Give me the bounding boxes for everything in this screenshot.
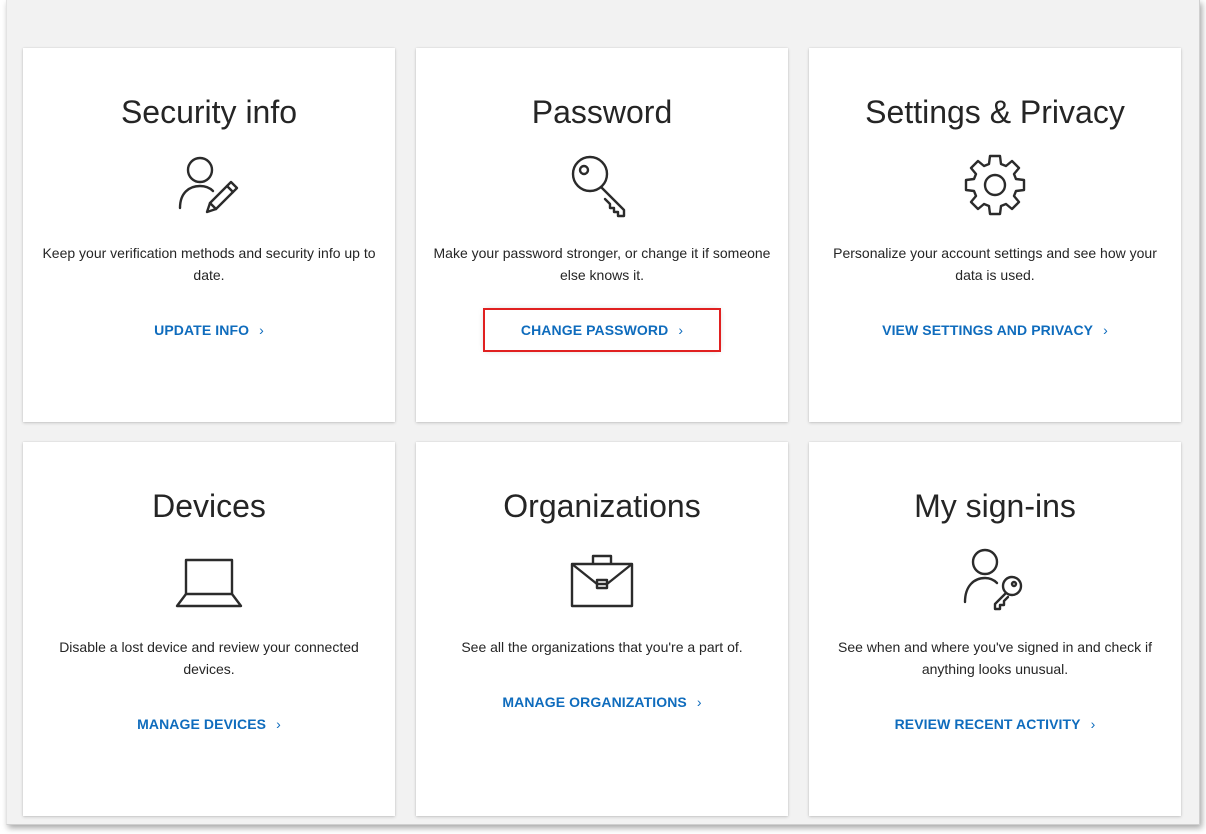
card-description: Personalize your account settings and se…: [833, 245, 1157, 283]
chevron-right-icon: ›: [1103, 322, 1108, 338]
update-info-link[interactable]: UPDATE INFO ›: [120, 314, 298, 346]
card-description: See all the organizations that you're a …: [461, 639, 743, 655]
link-label: REVIEW RECENT ACTIVITY: [894, 716, 1081, 732]
chevron-right-icon: ›: [696, 694, 702, 710]
card-title: Settings & Privacy: [865, 94, 1125, 130]
chevron-right-icon: ›: [678, 322, 684, 338]
link-label: VIEW SETTINGS AND PRIVACY: [882, 322, 1094, 338]
chevron-right-icon: ›: [259, 322, 264, 338]
card-password: Password Make your password stronger, or…: [416, 48, 788, 422]
user-edit-icon: [167, 146, 251, 230]
link-label: UPDATE INFO: [154, 322, 250, 338]
laptop-icon: [167, 540, 251, 624]
card-description: Disable a lost device and review your co…: [59, 639, 359, 677]
review-recent-activity-link[interactable]: REVIEW RECENT ACTIVITY ›: [861, 708, 1130, 740]
change-password-link[interactable]: CHANGE PASSWORD ›: [482, 308, 722, 352]
card-title: Organizations: [503, 488, 701, 524]
chevron-right-icon: ›: [276, 716, 281, 732]
card-security-info: Security info Keep your verification met…: [23, 48, 395, 422]
key-icon: [560, 146, 644, 230]
card-settings-privacy: Settings & Privacy Personalize your acco…: [809, 48, 1181, 422]
link-label: CHANGE PASSWORD: [520, 322, 669, 338]
card-organizations: Organizations See all the organizations …: [416, 442, 788, 816]
card-title: My sign-ins: [914, 488, 1076, 524]
card-title: Password: [531, 94, 673, 130]
card-my-sign-ins: My sign-ins See when and where you've si…: [809, 442, 1181, 816]
card-description: Make your password stronger, or change i…: [433, 245, 771, 283]
link-label: MANAGE ORGANIZATIONS: [502, 694, 687, 710]
card-description: Keep your verification methods and secur…: [42, 245, 376, 283]
chevron-right-icon: ›: [1090, 716, 1096, 732]
user-key-icon: [953, 540, 1037, 624]
manage-devices-link[interactable]: MANAGE DEVICES ›: [103, 708, 315, 740]
link-label: MANAGE DEVICES: [137, 716, 267, 732]
manage-organizations-link[interactable]: MANAGE ORGANIZATIONS ›: [468, 686, 735, 718]
gear-icon: [953, 146, 1037, 230]
card-devices: Devices Disable a lost device and review…: [23, 442, 395, 816]
cards-grid: Security info Keep your verification met…: [23, 48, 1181, 816]
card-title: Security info: [120, 94, 298, 130]
card-description: See when and where you've signed in and …: [838, 639, 1152, 677]
view-settings-privacy-link[interactable]: VIEW SETTINGS AND PRIVACY ›: [848, 314, 1142, 346]
briefcase-icon: [560, 540, 644, 624]
page-frame: Security info Keep your verification met…: [6, 0, 1200, 825]
card-title: Devices: [152, 488, 266, 524]
